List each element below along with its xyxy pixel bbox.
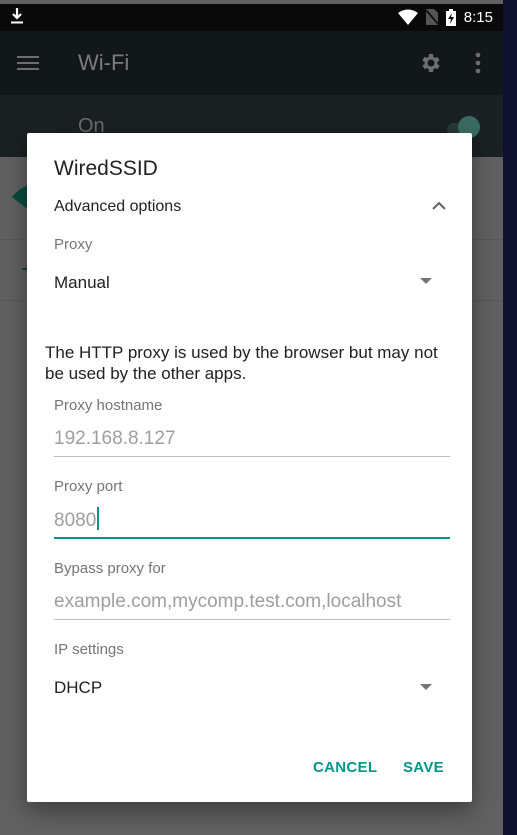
bypass-proxy-label: Bypass proxy for — [54, 560, 166, 577]
more-vert-icon[interactable] — [472, 51, 484, 75]
bypass-proxy-placeholder: example.com,mycomp.test.com,localhost — [54, 591, 402, 612]
text-cursor — [97, 507, 100, 530]
dialog-title: WiredSSID — [54, 157, 158, 180]
proxy-warning-text: The HTTP proxy is used by the browser bu… — [45, 343, 438, 383]
menu-icon[interactable] — [17, 55, 39, 71]
ip-settings-label: IP settings — [54, 641, 124, 658]
proxy-port-input[interactable]: 8080 — [54, 507, 450, 539]
app-bar: Wi-Fi — [0, 31, 503, 95]
wifi-icon — [397, 9, 418, 25]
dropdown-arrow-icon[interactable] — [420, 683, 432, 691]
advanced-options-toggle[interactable]: Advanced options — [54, 198, 181, 216]
ip-settings-spinner[interactable]: DHCP — [54, 678, 102, 698]
download-icon — [11, 8, 23, 24]
proxy-port-label: Proxy port — [54, 478, 123, 495]
save-button[interactable]: SAVE — [403, 759, 444, 776]
proxy-label: Proxy — [54, 236, 93, 253]
app-bar-title: Wi-Fi — [78, 50, 130, 75]
clock: 8:15 — [463, 8, 493, 26]
dropdown-arrow-icon[interactable] — [420, 277, 432, 285]
proxy-hostname-placeholder: 192.168.8.127 — [54, 428, 176, 449]
status-bar: 8:15 — [0, 4, 503, 31]
no-sim-icon — [425, 9, 438, 25]
battery-charging-icon — [445, 8, 456, 26]
proxy-hostname-input[interactable]: 192.168.8.127 — [54, 426, 450, 457]
wifi-network-dialog: WiredSSID Advanced options Proxy Manual … — [27, 133, 472, 802]
cancel-button[interactable]: CANCEL — [313, 759, 377, 776]
proxy-hostname-label: Proxy hostname — [54, 397, 163, 414]
chevron-up-icon[interactable] — [431, 199, 447, 211]
gear-icon[interactable] — [418, 51, 442, 75]
bypass-proxy-input[interactable]: example.com,mycomp.test.com,localhost — [54, 589, 450, 620]
proxy-port-placeholder: 8080 — [54, 510, 97, 531]
proxy-spinner[interactable]: Manual — [54, 273, 110, 293]
